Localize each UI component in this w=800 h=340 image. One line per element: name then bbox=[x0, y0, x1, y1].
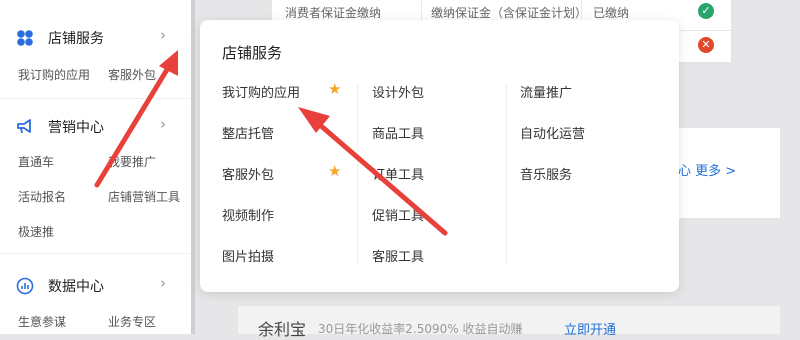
menu-item-music-service[interactable]: 音乐服务 bbox=[520, 164, 572, 183]
section-title: 数据中心 bbox=[48, 279, 104, 295]
sidebar-link-business-zone[interactable]: 业务专区 bbox=[108, 313, 156, 330]
table-cell: 缴纳保证金（含保证金计划） bbox=[431, 6, 588, 20]
table-cell: 已缴纳 bbox=[593, 6, 630, 20]
error-icon: ✕ bbox=[698, 37, 714, 53]
yulibao-banner: 余利宝 30日年化收益率2.5090% 收益自动赚 立即开通 bbox=[238, 306, 780, 339]
data-chart-icon bbox=[16, 277, 34, 295]
check-icon: ✓ bbox=[698, 3, 714, 19]
sidebar-link-business-advisor[interactable]: 生意参谋 bbox=[18, 313, 66, 330]
sidebar-link-marketing-tools[interactable]: 店铺营销工具 bbox=[108, 188, 180, 205]
menu-item-product-tools[interactable]: 商品工具 bbox=[372, 123, 424, 142]
sidebar-link-subscribed-apps[interactable]: 我订购的应用 bbox=[18, 66, 90, 83]
divider bbox=[0, 253, 190, 254]
sidebar: 店铺服务 › 我订购的应用 客服外包 营销中心 › 直通车 我要推广 活动报名 … bbox=[0, 0, 192, 334]
divider bbox=[357, 84, 358, 264]
menu-item-video-production[interactable]: 视频制作 bbox=[222, 205, 274, 224]
star-icon[interactable]: ★ bbox=[328, 162, 341, 180]
sidebar-link-cs-outsourcing[interactable]: 客服外包 bbox=[108, 66, 156, 83]
sidebar-section-data-center[interactable]: 数据中心 › bbox=[0, 273, 190, 299]
chevron-right-icon: › bbox=[160, 26, 166, 44]
sidebar-link-activity-signup[interactable]: 活动报名 bbox=[18, 188, 66, 205]
menu-item-order-tools[interactable]: 订单工具 bbox=[372, 164, 424, 183]
open-now-link[interactable]: 立即开通 bbox=[564, 319, 616, 338]
chevron-right-icon: › bbox=[160, 274, 166, 292]
menu-item-design-outsourcing[interactable]: 设计外包 bbox=[372, 82, 424, 101]
divider bbox=[0, 98, 190, 99]
sidebar-link-ztc[interactable]: 直通车 bbox=[18, 153, 54, 170]
shop-services-icon bbox=[17, 30, 33, 46]
shop-services-popup: 店铺服务 我订购的应用 ★ 整店托管 客服外包 ★ 视频制作 图片拍摄 设计外包… bbox=[200, 20, 679, 292]
sidebar-link-jisutui[interactable]: 极速推 bbox=[18, 223, 54, 240]
menu-item-cs-tools[interactable]: 客服工具 bbox=[372, 246, 424, 265]
table-cell: 消费者保证金缴纳 bbox=[285, 6, 382, 20]
menu-item-photo-shoot[interactable]: 图片拍摄 bbox=[222, 246, 274, 265]
star-icon[interactable]: ★ bbox=[328, 80, 341, 98]
more-link[interactable]: 心 更多 > bbox=[678, 160, 736, 179]
menu-item-store-hosting[interactable]: 整店托管 bbox=[222, 123, 274, 142]
megaphone-icon bbox=[17, 119, 31, 134]
menu-item-subscribed-apps[interactable]: 我订购的应用 bbox=[222, 82, 300, 101]
banner-title: 余利宝 bbox=[258, 320, 307, 339]
sidebar-section-marketing[interactable]: 营销中心 › bbox=[0, 114, 190, 140]
section-title: 店铺服务 bbox=[48, 31, 104, 47]
menu-item-cs-outsourcing[interactable]: 客服外包 bbox=[222, 164, 274, 183]
menu-item-automation[interactable]: 自动化运营 bbox=[520, 123, 585, 142]
sidebar-section-shop-services[interactable]: 店铺服务 › bbox=[0, 25, 190, 51]
menu-item-traffic-promotion[interactable]: 流量推广 bbox=[520, 82, 572, 101]
banner-text: 30日年化收益率2.5090% 收益自动赚 bbox=[318, 322, 523, 336]
popup-title: 店铺服务 bbox=[222, 44, 283, 62]
chevron-right-icon: › bbox=[160, 115, 166, 133]
divider bbox=[506, 84, 507, 264]
section-title: 营销中心 bbox=[48, 120, 104, 136]
menu-item-promotion-tools[interactable]: 促销工具 bbox=[372, 205, 424, 224]
sidebar-scrollbar[interactable] bbox=[191, 0, 195, 334]
sidebar-link-promote[interactable]: 我要推广 bbox=[108, 153, 156, 170]
